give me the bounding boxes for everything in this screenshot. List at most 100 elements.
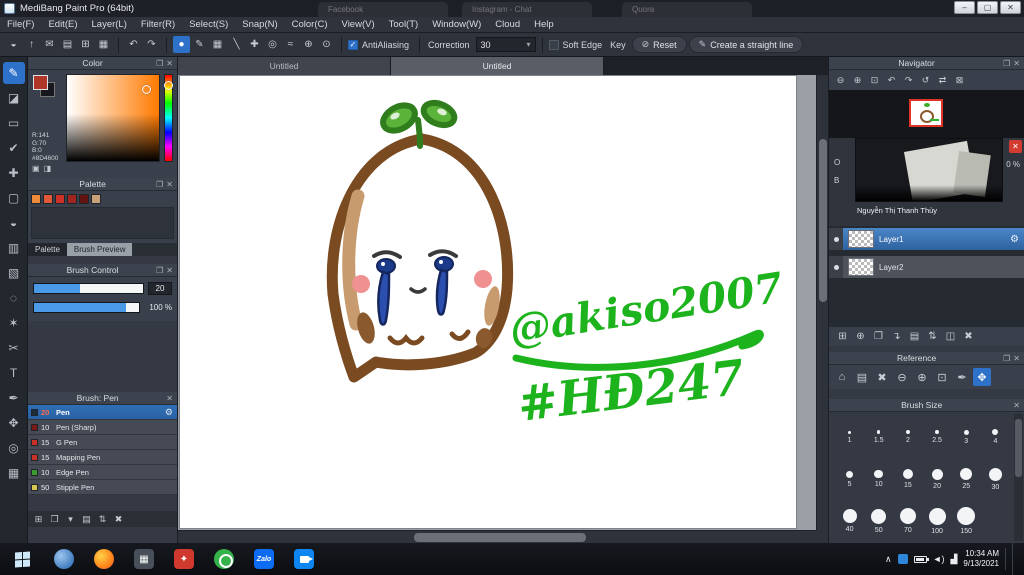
menu-item[interactable]: Window(W) bbox=[425, 17, 488, 33]
brush-size-option[interactable]: 25 bbox=[952, 458, 981, 500]
close-icon[interactable]: ✕ bbox=[1013, 401, 1020, 410]
foreground-color-swatch[interactable] bbox=[33, 75, 48, 90]
popout-icon[interactable]: ❐ bbox=[1003, 59, 1010, 68]
hue-slider[interactable] bbox=[164, 74, 173, 162]
popout-icon[interactable]: ❐ bbox=[156, 266, 163, 275]
snap-circle-icon[interactable]: ⊕ bbox=[300, 36, 317, 53]
palette-swatch[interactable] bbox=[91, 194, 101, 204]
move-tool[interactable]: ✚ bbox=[3, 162, 25, 184]
start-button[interactable] bbox=[0, 543, 44, 575]
popout-icon[interactable]: ❐ bbox=[1003, 354, 1010, 363]
taskbar-app-zalo[interactable]: Zalo bbox=[244, 543, 284, 575]
clock[interactable]: 10:34 AM 9/13/2021 bbox=[963, 549, 999, 569]
palette-swatch[interactable] bbox=[55, 194, 65, 204]
brush-tool[interactable]: ✎ bbox=[2, 62, 25, 84]
close-icon[interactable]: ✕ bbox=[1013, 354, 1020, 363]
brush-size-option[interactable]: 40 bbox=[835, 500, 864, 542]
comment-icon[interactable]: ✉ bbox=[41, 36, 58, 53]
pattern-icon[interactable]: ▦ bbox=[209, 36, 226, 53]
popout-icon[interactable]: ❐ bbox=[156, 180, 163, 189]
snap-cross-icon[interactable]: ✚ bbox=[246, 36, 263, 53]
tab-palette[interactable]: Palette bbox=[28, 243, 67, 256]
taskbar-app-firefox[interactable] bbox=[84, 543, 124, 575]
brush-circle-icon[interactable]: ● bbox=[173, 36, 190, 53]
layer-settings-icon[interactable]: ⚙ bbox=[1010, 234, 1019, 245]
grid-large-icon[interactable]: ▦ bbox=[95, 36, 112, 53]
menu-item[interactable]: Select(S) bbox=[182, 17, 235, 33]
zoom-out-icon[interactable]: ⊖ bbox=[833, 73, 848, 88]
eyedropper-icon[interactable]: ✒ bbox=[953, 368, 971, 386]
brush-list-item[interactable]: 10 Edge Pen ⚙ bbox=[28, 465, 177, 480]
brush-size-option[interactable]: 1 bbox=[835, 416, 864, 458]
brush-size-value-box[interactable]: 20 bbox=[148, 282, 172, 295]
taskbar-app-browser[interactable] bbox=[44, 543, 84, 575]
brush-settings-icon[interactable]: ⚙ bbox=[165, 407, 173, 418]
text-tool[interactable]: T bbox=[3, 362, 25, 384]
brush-list-item[interactable]: 20 Pen ⚙ bbox=[28, 405, 177, 420]
reorder-icon[interactable]: ⇅ bbox=[96, 513, 109, 526]
layer-visibility-toggle[interactable] bbox=[829, 256, 843, 278]
brush-size-option[interactable]: 5 bbox=[835, 458, 864, 500]
add-folder-icon[interactable]: ⊕ bbox=[853, 329, 868, 345]
clear-icon[interactable]: ✖ bbox=[873, 368, 891, 386]
menu-item[interactable]: Help bbox=[527, 17, 561, 33]
brush-size-option[interactable]: 4 bbox=[981, 416, 1010, 458]
minimize-button[interactable]: – bbox=[954, 1, 975, 14]
flip-icon[interactable]: ⇄ bbox=[935, 73, 950, 88]
horizontal-scrollbar-thumb[interactable] bbox=[414, 533, 587, 542]
grid-small-icon[interactable]: ⊞ bbox=[77, 36, 94, 53]
zoom-out-icon[interactable]: ⊖ bbox=[893, 368, 911, 386]
brush-menu-icon[interactable]: ▾ bbox=[64, 513, 77, 526]
brush-size-option[interactable]: 100 bbox=[922, 500, 951, 542]
color-mode-icon[interactable]: ▣ bbox=[32, 164, 40, 173]
color-picker-marker[interactable] bbox=[142, 85, 151, 94]
snap-radial-icon[interactable]: ⊙ bbox=[318, 36, 335, 53]
duplicate-brush-icon[interactable]: ❐ bbox=[48, 513, 61, 526]
brush-list-item[interactable]: 15 Mapping Pen ⚙ bbox=[28, 450, 177, 465]
upload-icon[interactable]: ↑ bbox=[23, 36, 40, 53]
undo-icon[interactable]: ↶ bbox=[125, 36, 142, 53]
fill-rect-tool[interactable]: ▢ bbox=[3, 187, 25, 209]
close-icon[interactable]: ✕ bbox=[166, 180, 173, 189]
brush-size-option[interactable]: 15 bbox=[893, 458, 922, 500]
canvas-tab[interactable]: Untitled bbox=[391, 57, 604, 75]
brush-size-option[interactable]: 150 bbox=[952, 500, 981, 542]
tab-brush-preview[interactable]: Brush Preview bbox=[66, 243, 133, 256]
menu-item[interactable]: Edit(E) bbox=[41, 17, 84, 33]
rectangle-tool[interactable]: ▭ bbox=[3, 112, 25, 134]
hand-icon[interactable]: ✥ bbox=[973, 368, 991, 386]
brush-size-option[interactable]: 30 bbox=[981, 458, 1010, 500]
canvas-viewport[interactable]: @akiso2007 #HĐ247 bbox=[178, 75, 816, 530]
brush-size-option[interactable]: 70 bbox=[893, 500, 922, 542]
magic-wand-tool[interactable]: ✶ bbox=[3, 312, 25, 334]
reorder-icon[interactable]: ⇅ bbox=[925, 329, 940, 345]
menu-item[interactable]: Cloud bbox=[488, 17, 527, 33]
divide-tool[interactable]: ✂ bbox=[3, 337, 25, 359]
brush-size-option[interactable]: 2.5 bbox=[922, 416, 951, 458]
rotate-right-icon[interactable]: ↷ bbox=[901, 73, 916, 88]
navigator-preview[interactable] bbox=[829, 90, 1024, 138]
folder-icon[interactable]: ▤ bbox=[80, 513, 93, 526]
volume-icon[interactable]: ◄) bbox=[933, 554, 945, 564]
nav-settings-icon[interactable]: ⊠ bbox=[952, 73, 967, 88]
vertical-scrollbar-thumb[interactable] bbox=[819, 138, 827, 303]
zoom-in-icon[interactable]: ⊕ bbox=[850, 73, 865, 88]
brush-opacity-slider[interactable] bbox=[33, 302, 140, 313]
eraser-tool[interactable]: ◪ bbox=[3, 87, 25, 109]
soft-edge-checkbox[interactable] bbox=[548, 39, 559, 50]
close-icon[interactable]: ✕ bbox=[166, 266, 173, 275]
close-icon[interactable]: ✕ bbox=[166, 394, 173, 403]
hidden-icons-chevron[interactable]: ∧ bbox=[885, 554, 892, 565]
brush-size-option[interactable]: 3 bbox=[952, 416, 981, 458]
palette-swatch[interactable] bbox=[79, 194, 89, 204]
grid-tool[interactable]: ▦ bbox=[3, 462, 25, 484]
snap-vanish-icon[interactable]: ◎ bbox=[264, 36, 281, 53]
menu-item[interactable]: Layer(L) bbox=[85, 17, 134, 33]
battery-icon[interactable] bbox=[913, 555, 929, 563]
brush-size-option[interactable]: 2 bbox=[893, 416, 922, 458]
snap-parallel-icon[interactable]: ╲ bbox=[228, 36, 245, 53]
menu-item[interactable]: Color(C) bbox=[285, 17, 335, 33]
navigator-thumbnail[interactable] bbox=[909, 99, 943, 127]
menu-item[interactable]: View(V) bbox=[335, 17, 382, 33]
page-icon[interactable]: ▤ bbox=[59, 36, 76, 53]
